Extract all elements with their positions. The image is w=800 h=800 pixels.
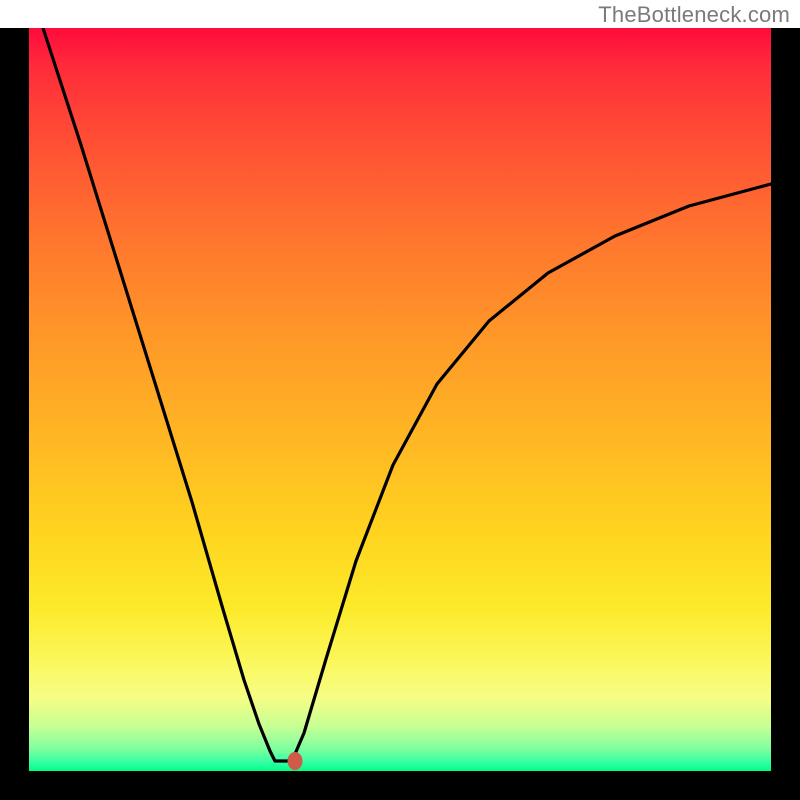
watermark-text: TheBottleneck.com xyxy=(598,2,790,28)
curve-svg xyxy=(29,28,771,771)
minimum-marker-icon xyxy=(288,752,303,770)
bottleneck-curve xyxy=(43,28,771,761)
chart-container: TheBottleneck.com xyxy=(0,0,800,800)
plot-area xyxy=(29,28,771,771)
plot-frame xyxy=(0,28,800,800)
